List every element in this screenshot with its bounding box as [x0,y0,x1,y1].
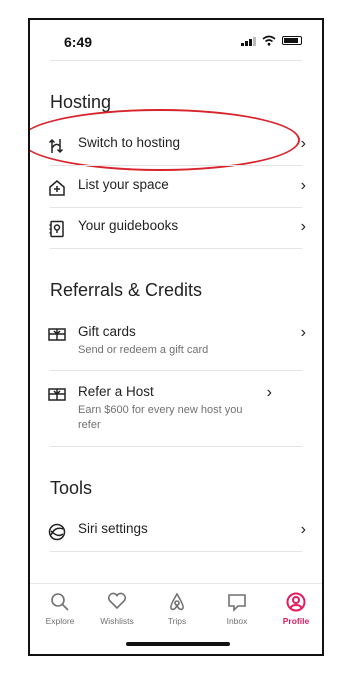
switch-arrows-icon [46,135,68,157]
menu-item-switch-to-hosting[interactable]: Switch to hosting › [46,135,306,157]
tab-inbox[interactable]: Inbox [212,592,262,626]
heart-icon [92,592,142,614]
menu-item-gift-cards[interactable]: Gift cards Send or redeem a gift card › [46,324,306,358]
chevron-right-icon: › [300,135,306,152]
tab-label: Profile [282,616,310,626]
divider [50,370,302,371]
airbnb-logo-icon [152,592,202,614]
search-icon [35,592,85,614]
menu-item-label: Gift cards [78,324,136,339]
tab-trips[interactable]: Trips [152,592,202,626]
divider [50,446,302,447]
section-title-hosting: Hosting [50,92,112,112]
divider [50,551,302,552]
tab-label: Trips [167,616,187,626]
menu-item-label: Siri settings [78,521,148,536]
gift-card-icon [46,384,68,406]
menu-item-label: List your space [78,177,169,192]
bottom-tab-bar: Explore Wishlists Trips Inbox Profile [30,583,322,654]
chevron-right-icon: › [266,384,272,401]
menu-item-refer-a-host[interactable]: Refer a Host Earn $600 for every new hos… [46,384,306,433]
home-indicator [126,642,230,646]
tab-profile[interactable]: Profile [271,592,321,626]
profile-icon [271,592,321,614]
status-time: 6:49 [64,34,93,50]
menu-item-siri-settings[interactable]: Siri settings › [46,521,306,543]
tab-wishlists[interactable]: Wishlists [92,592,142,626]
top-divider [50,60,302,61]
divider [50,248,302,249]
menu-item-label: Switch to hosting [78,135,181,150]
menu-item-list-your-space[interactable]: List your space › [46,177,306,199]
divider [50,165,302,166]
tab-label: Explore [45,616,75,626]
menu-item-label: Your guidebooks [78,218,179,233]
gift-card-icon [46,324,68,346]
menu-item-label: Refer a Host [78,384,154,399]
add-home-icon [46,177,68,199]
battery-icon [282,36,302,45]
chevron-right-icon: › [300,324,306,341]
section-title-tools: Tools [50,478,93,498]
status-bar: 6:49 [30,20,322,60]
tab-label: Wishlists [100,616,134,626]
phone-frame: 6:49 Hosting Switch to hosting › List yo… [28,18,324,656]
chevron-right-icon: › [300,521,306,538]
message-icon [212,592,262,614]
menu-item-subtitle: Send or redeem a gift card [78,344,209,356]
chevron-right-icon: › [300,177,306,194]
chevron-right-icon: › [300,218,306,235]
signal-icon [241,36,256,46]
menu-item-subtitle: Earn $600 for every new host you refer [78,404,243,431]
siri-icon [46,521,68,543]
menu-item-your-guidebooks[interactable]: Your guidebooks › [46,218,306,240]
status-icons [241,35,302,46]
wifi-icon [262,35,276,46]
tab-explore[interactable]: Explore [35,592,85,626]
divider [50,207,302,208]
section-title-referrals: Referrals & Credits [50,280,203,300]
guidebook-icon [46,218,68,240]
tab-label: Inbox [226,616,248,626]
